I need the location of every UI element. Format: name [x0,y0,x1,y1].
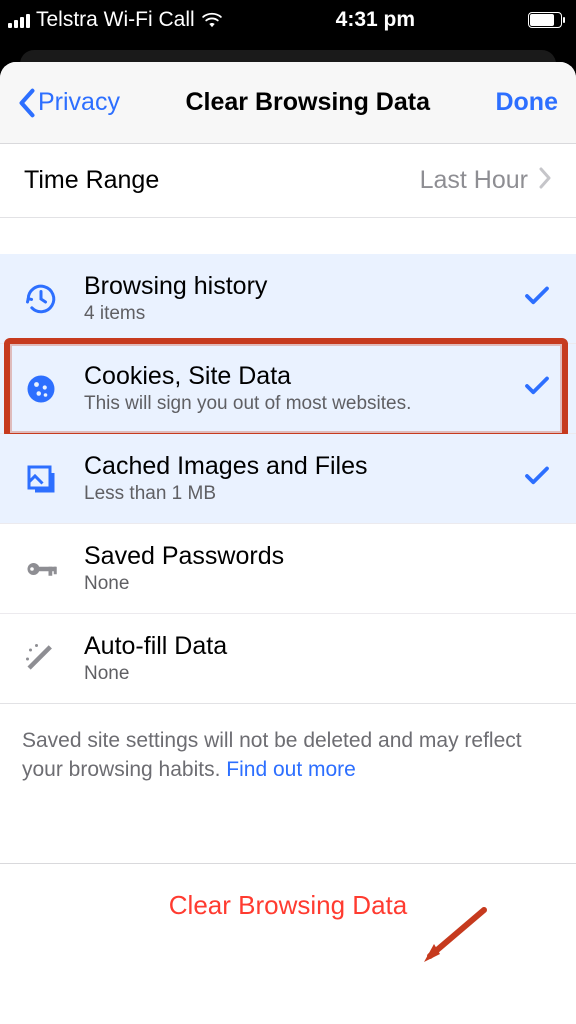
clock: 4:31 pm [336,8,415,32]
key-icon [20,548,62,590]
back-label: Privacy [38,88,120,117]
clear-browsing-data-button[interactable]: Clear Browsing Data [0,863,576,947]
done-button[interactable]: Done [495,88,558,117]
wifi-icon [201,12,223,28]
signal-strength-icon [8,12,30,28]
chevron-left-icon [18,88,36,118]
option-subtitle: None [84,663,227,685]
wand-icon [20,638,62,680]
check-icon [522,371,552,406]
footer-note: Saved site settings will not be deleted … [0,704,576,807]
option-subtitle: None [84,573,284,595]
option-cookies-site-data[interactable]: Cookies, Site Data This will sign you ou… [0,344,576,434]
nav-bar: Privacy Clear Browsing Data Done [0,62,576,144]
find-out-more-link[interactable]: Find out more [226,758,356,781]
option-title: Auto-fill Data [84,632,227,661]
check-icon [522,461,552,496]
option-subtitle: Less than 1 MB [84,483,367,505]
settings-card: Privacy Clear Browsing Data Done Time Ra… [0,62,576,1024]
chevron-right-icon [538,167,552,194]
option-subtitle: This will sign you out of most websites. [84,393,411,415]
check-icon [522,281,552,316]
option-subtitle: 4 items [84,303,267,325]
option-title: Saved Passwords [84,542,284,571]
time-range-value: Last Hour [420,166,528,195]
carrier-label: Telstra Wi-Fi Call [36,8,195,32]
option-saved-passwords[interactable]: Saved Passwords None [0,524,576,614]
option-autofill-data[interactable]: Auto-fill Data None [0,614,576,704]
back-button[interactable]: Privacy [18,88,120,118]
option-browsing-history[interactable]: Browsing history 4 items [0,254,576,344]
option-cached-images[interactable]: Cached Images and Files Less than 1 MB [0,434,576,524]
battery-icon [528,12,562,28]
stacked-images-icon [20,458,62,500]
time-range-label: Time Range [24,166,159,195]
option-title: Browsing history [84,272,267,301]
time-range-row[interactable]: Time Range Last Hour [0,144,576,218]
option-title: Cookies, Site Data [84,362,411,391]
cookie-icon [20,368,62,410]
option-title: Cached Images and Files [84,452,367,481]
page-title: Clear Browsing Data [185,88,430,117]
history-icon [20,278,62,320]
status-bar: Telstra Wi-Fi Call 4:31 pm [0,0,576,40]
